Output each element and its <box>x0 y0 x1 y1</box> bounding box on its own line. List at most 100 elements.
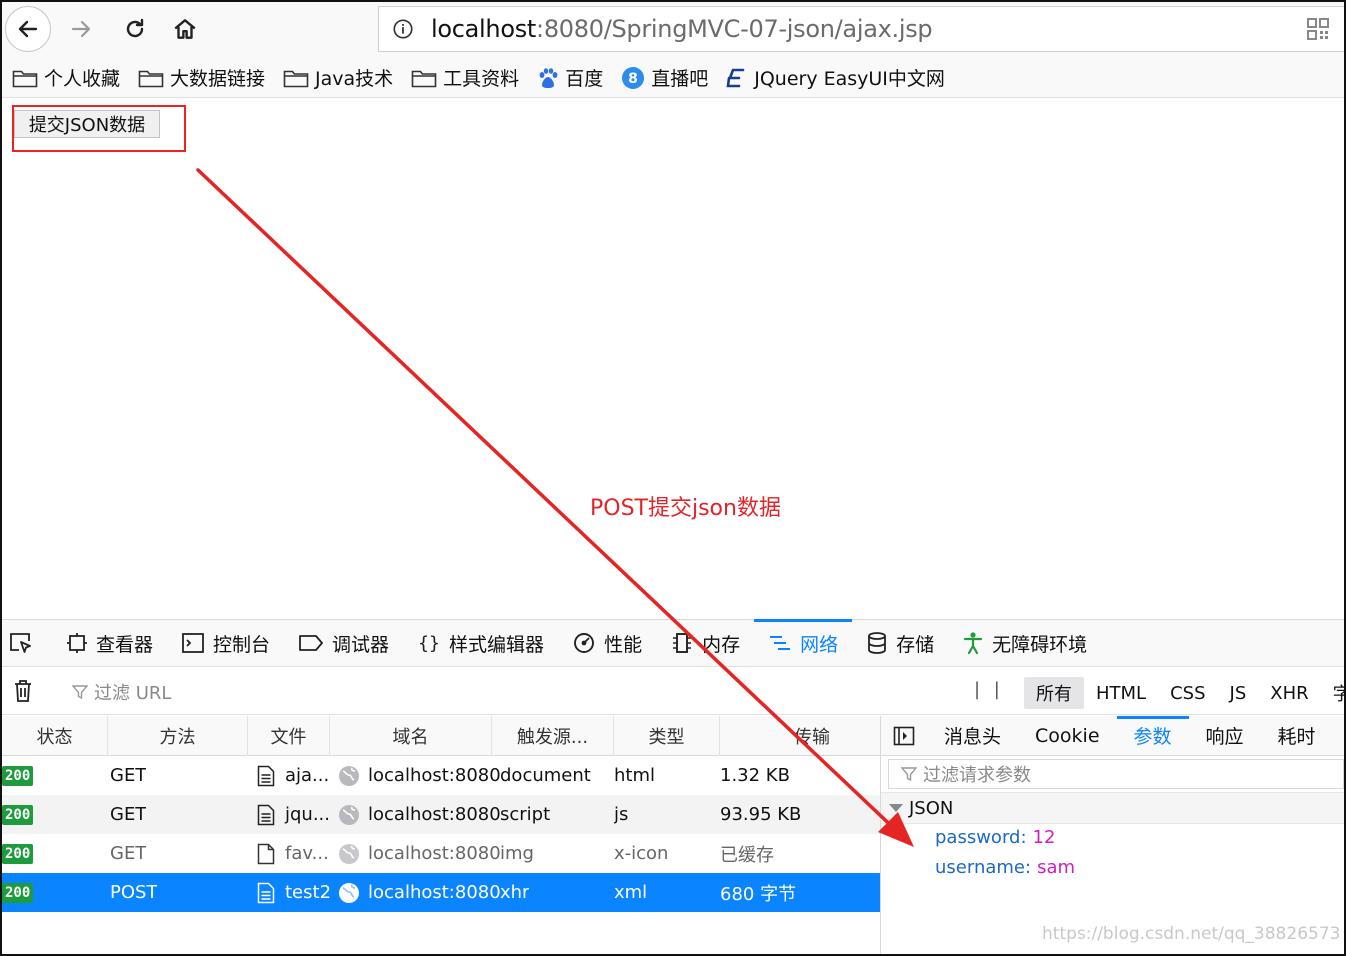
type-filter-js[interactable]: JS <box>1218 680 1259 707</box>
pause-button[interactable]: | | <box>974 679 1004 700</box>
request-file: aja... <box>285 765 330 786</box>
bookmark-folder-personal[interactable]: 个人收藏 <box>12 64 120 91</box>
tab-accessibility[interactable]: 无障碍环境 <box>948 619 1101 667</box>
column-cause[interactable]: 触发源... <box>492 716 614 756</box>
type-filter-html[interactable]: HTML <box>1084 680 1158 707</box>
details-tab-cookies[interactable]: Cookie <box>1018 716 1117 756</box>
column-status[interactable]: 状态 <box>2 716 108 756</box>
blank-file-icon <box>257 843 275 864</box>
toggle-sidebar-button[interactable] <box>881 716 927 756</box>
json-section-header[interactable]: JSON <box>881 792 1344 824</box>
request-row[interactable]: 200 GET aja... localhost:8080 document h… <box>2 756 880 795</box>
details-tab-headers[interactable]: 消息头 <box>927 716 1018 756</box>
home-button[interactable] <box>162 6 208 52</box>
column-type[interactable]: 类型 <box>614 716 720 756</box>
browser-toolbar: localhost:8080/SpringMVC-07-json/ajax.js… <box>2 2 1344 58</box>
request-row-selected[interactable]: 200 POST test2 localhost:8080 xhr xml 68… <box>2 873 880 912</box>
svg-text:8: 8 <box>628 71 638 87</box>
document-file-icon <box>257 882 275 903</box>
filter-icon <box>901 767 917 782</box>
type-filter-xhr[interactable]: XHR <box>1258 680 1320 707</box>
bookmark-folder-tools[interactable]: 工具资料 <box>411 64 519 91</box>
request-file: jqu... <box>285 804 330 825</box>
url-path: :8080/SpringMVC-07-json/ajax.jsp <box>536 15 933 43</box>
details-tab-timings[interactable]: 耗时 <box>1261 716 1333 756</box>
sidebar-toggle-icon <box>893 726 915 745</box>
bookmark-baidu[interactable]: 百度 <box>537 64 603 91</box>
request-type: xml <box>614 882 648 903</box>
clear-requests-button[interactable] <box>12 679 34 707</box>
forward-button[interactable] <box>58 6 104 52</box>
reload-icon <box>126 18 144 38</box>
bookmark-folder-java[interactable]: Java技术 <box>283 64 393 91</box>
reload-button[interactable] <box>112 6 158 52</box>
site-info-icon[interactable] <box>391 17 415 41</box>
tab-debugger[interactable]: 调试器 <box>284 619 403 667</box>
type-filter-fonts[interactable]: 字 <box>1321 677 1344 709</box>
zhibo8-icon: 8 <box>622 66 645 89</box>
filter-url-input[interactable]: 过滤 URL <box>72 679 171 705</box>
column-file[interactable]: 文件 <box>248 716 330 756</box>
request-row[interactable]: 200 GET fav... localhost:8080 img x-icon… <box>2 834 880 873</box>
document-file-icon <box>257 804 275 825</box>
performance-icon <box>574 633 595 653</box>
back-button[interactable] <box>5 6 51 52</box>
bookmark-folder-bigdata[interactable]: 大数据链接 <box>138 64 265 91</box>
network-filter-bar: 过滤 URL | | 所有 HTML CSS JS XHR 字 <box>2 667 1344 715</box>
request-type: html <box>614 765 656 786</box>
tab-label: 无障碍环境 <box>992 633 1088 656</box>
bookmark-zhibo8[interactable]: 8 直播吧 <box>621 64 708 91</box>
status-badge: 200 <box>2 843 34 864</box>
arrow-left-icon <box>18 20 38 38</box>
bookmarks-bar: 个人收藏 大数据链接 Java技术 工具资料 百度 8 直播吧 JQuery E… <box>2 58 1344 98</box>
tab-network[interactable]: 网络 <box>754 619 853 667</box>
type-filter-css[interactable]: CSS <box>1158 680 1217 707</box>
bookmark-label: 百度 <box>565 68 604 90</box>
request-cause: xhr <box>500 882 530 903</box>
url-bar[interactable]: localhost:8080/SpringMVC-07-json/ajax.js… <box>378 6 1344 52</box>
collapse-triangle-icon <box>889 804 903 812</box>
bookmark-label: 个人收藏 <box>44 68 121 90</box>
home-icon <box>174 19 196 39</box>
accessibility-icon <box>964 632 983 655</box>
tab-memory[interactable]: 内存 <box>656 619 754 667</box>
devtools-tabbar: 查看器 控制台 调试器 {} 样式编辑器 性能 内存 网络 存储 无障碍环境 <box>2 619 1344 667</box>
url-text[interactable]: localhost:8080/SpringMVC-07-json/ajax.js… <box>431 15 933 43</box>
bookmark-label: 直播吧 <box>651 68 709 90</box>
element-picker-button[interactable] <box>2 619 52 667</box>
svg-text:{}: {} <box>418 633 440 654</box>
folder-icon <box>283 70 309 87</box>
request-domain: localhost:8080 <box>368 843 501 864</box>
column-domain[interactable]: 域名 <box>330 716 492 756</box>
inspector-icon <box>67 633 87 653</box>
tab-storage[interactable]: 存储 <box>852 619 948 667</box>
request-table-header: 状态 方法 文件 域名 触发源... 类型 传输 <box>2 716 880 756</box>
page-content: 提交JSON数据 POST提交json数据 <box>2 98 1344 618</box>
filter-params-input[interactable]: 过滤请求参数 <box>888 759 1344 789</box>
request-row[interactable]: 200 GET jqu... localhost:8080 script js … <box>2 795 880 834</box>
globe-icon <box>339 765 359 786</box>
globe-icon <box>339 882 359 903</box>
column-method[interactable]: 方法 <box>108 716 248 756</box>
column-transfer[interactable]: 传输 <box>720 716 880 756</box>
details-tab-response[interactable]: 响应 <box>1189 716 1261 756</box>
tab-performance[interactable]: 性能 <box>558 619 656 667</box>
qr-code-icon[interactable] <box>1306 17 1330 45</box>
request-transfer: 680 字节 <box>720 883 797 905</box>
request-transfer: 93.95 KB <box>720 804 802 825</box>
easyui-icon <box>726 68 745 87</box>
tab-style-editor[interactable]: {} 样式编辑器 <box>403 619 558 667</box>
baidu-paw-icon <box>539 67 558 88</box>
request-method: GET <box>110 804 147 825</box>
details-tab-params[interactable]: 参数 <box>1116 715 1189 756</box>
type-filter-all[interactable]: 所有 <box>1024 677 1084 709</box>
annotation-label: POST提交json数据 <box>590 496 781 521</box>
request-type: js <box>614 804 629 825</box>
tab-console[interactable]: 控制台 <box>167 619 284 667</box>
filter-icon <box>72 685 88 700</box>
bookmark-easyui[interactable]: JQuery EasyUI中文网 <box>726 64 945 91</box>
network-icon <box>770 636 791 650</box>
tab-inspector[interactable]: 查看器 <box>52 619 167 667</box>
json-value: sam <box>1037 857 1076 878</box>
tab-label: 性能 <box>604 633 643 656</box>
